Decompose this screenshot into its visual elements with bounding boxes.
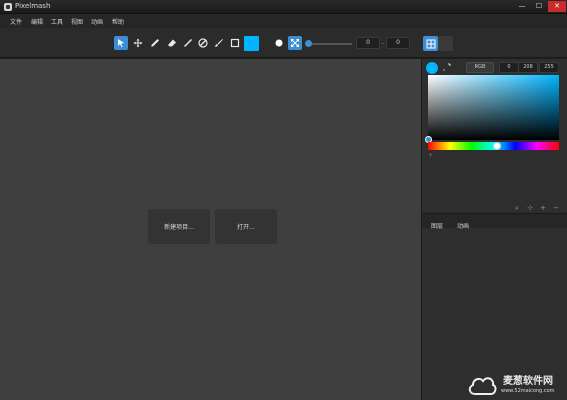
cloud-logo-icon (468, 377, 497, 395)
open-button[interactable]: 打开... (215, 209, 277, 244)
select-tool-button[interactable] (114, 36, 128, 50)
size-input-2[interactable]: 0 (386, 37, 410, 49)
watermark-url: www.52maicong.com (501, 388, 555, 394)
round-brush-button[interactable] (272, 36, 286, 50)
canvas-area (0, 59, 421, 400)
move-icon (133, 38, 143, 48)
eraser-tool-button[interactable] (165, 36, 179, 50)
zoom-icon[interactable]: ⌕ (512, 203, 522, 213)
color-g-input[interactable]: 208 (518, 62, 538, 73)
eyedropper-icon[interactable] (442, 62, 452, 72)
close-button[interactable]: ✕ (548, 1, 566, 12)
tab-animation[interactable]: 动画 (457, 221, 469, 230)
menu-animation[interactable]: 动画 (91, 17, 103, 26)
pencil-icon (151, 39, 159, 47)
grid-icon (426, 39, 435, 48)
grid-view-button[interactable] (423, 36, 438, 51)
symmetry-button[interactable] (288, 36, 302, 50)
rectangle-icon (230, 38, 240, 48)
tab-layers[interactable]: 图层 (431, 221, 443, 230)
rectangle-tool-button[interactable] (228, 36, 242, 50)
hue-slider-handle[interactable] (493, 142, 501, 150)
circle-brush-icon (275, 39, 283, 47)
menu-file[interactable]: 文件 (10, 17, 22, 26)
new-project-button[interactable]: 新建项目... (148, 209, 210, 244)
title-bar: Pixelmash — ☐ ✕ (0, 0, 567, 14)
minimize-button[interactable]: — (514, 1, 530, 12)
color-b-input[interactable]: 255 (539, 62, 559, 73)
active-color-circle[interactable] (426, 62, 438, 74)
separator: - (382, 40, 385, 47)
line-tool-button[interactable] (181, 36, 195, 50)
color-mode-select[interactable]: RGB (466, 62, 494, 73)
add-layer-icon[interactable]: + (538, 203, 548, 213)
cursor-icon (118, 39, 124, 48)
size-input-1[interactable]: 0 (356, 37, 380, 49)
add-swatch-button[interactable]: + (428, 153, 434, 159)
saturation-value-square[interactable] (428, 75, 559, 140)
window-title: Pixelmash (15, 2, 51, 10)
menu-edit[interactable]: 编辑 (31, 17, 43, 26)
layers-tab-row (422, 214, 567, 228)
app-icon (4, 3, 12, 11)
crosshair-icon[interactable]: ⊹ (525, 203, 535, 213)
maximize-button[interactable]: ☐ (531, 1, 547, 12)
menu-help[interactable]: 帮助 (112, 17, 124, 26)
watermark: 麦葱软件网 www.52maicong.com (465, 370, 567, 400)
move-tool-button[interactable] (131, 36, 145, 50)
brush-icon (215, 39, 223, 47)
color-r-input[interactable]: 0 (499, 62, 519, 73)
menu-tools[interactable]: 工具 (51, 17, 63, 26)
brush-size-slider-track[interactable] (308, 43, 352, 45)
menu-view[interactable]: 视图 (71, 17, 83, 26)
brush-tool-button[interactable] (212, 36, 226, 50)
brush-size-slider-handle[interactable] (305, 40, 312, 47)
pencil-tool-button[interactable] (148, 36, 162, 50)
menu-bar: 文件 编辑 工具 视图 动画 帮助 (0, 14, 567, 28)
current-color-swatch[interactable] (244, 36, 259, 51)
single-view-button[interactable] (438, 36, 453, 51)
fill-icon (198, 38, 208, 48)
line-icon (183, 38, 193, 48)
expand-arrows-icon (291, 39, 299, 47)
eraser-icon (168, 39, 176, 47)
remove-layer-icon[interactable]: − (551, 203, 561, 213)
fill-tool-button[interactable] (196, 36, 210, 50)
watermark-brand: 麦葱软件网 (503, 376, 553, 387)
